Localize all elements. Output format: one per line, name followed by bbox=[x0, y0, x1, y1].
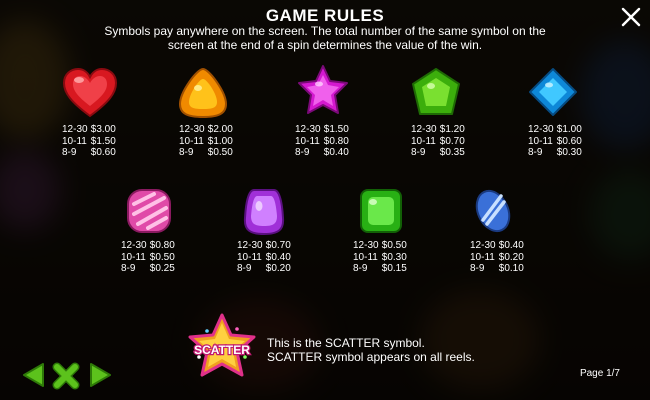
close-rules-button[interactable] bbox=[52, 362, 80, 395]
paytable-green-square: 12-30 $0.50 10-11 $0.30 8-9 $0.15 bbox=[353, 240, 407, 274]
pink-striped-candy-icon bbox=[124, 186, 174, 236]
green-square-candy-icon bbox=[357, 186, 405, 236]
page-indicator: Page 1/7 bbox=[579, 368, 620, 379]
scatter-line-1: This is the SCATTER symbol. bbox=[267, 336, 425, 350]
scatter-line-2: SCATTER symbol appears on all reels. bbox=[267, 349, 475, 364]
paytable-blue-oval: 12-30 $0.40 10-11 $0.20 8-9 $0.10 bbox=[470, 240, 524, 274]
scatter-badge-text: SCATTER bbox=[194, 343, 250, 357]
next-page-button[interactable] bbox=[88, 361, 114, 394]
violet-drop-candy-icon bbox=[242, 186, 286, 238]
dialog-title: GAME RULES bbox=[265, 6, 385, 25]
green-pentagon-candy-icon bbox=[410, 66, 462, 118]
red-heart-candy-icon bbox=[61, 66, 119, 120]
paytable-green-pentagon: 12-30 $1.20 10-11 $0.70 8-9 $0.35 bbox=[411, 124, 465, 158]
paytable-red-heart: 12-30 $3.00 10-11 $1.50 8-9 $0.60 bbox=[62, 124, 116, 158]
paytable-violet-drop: 12-30 $0.70 10-11 $0.40 8-9 $0.20 bbox=[237, 240, 291, 274]
blue-oval-candy-icon bbox=[473, 186, 513, 236]
scatter-star-icon: SCATTER bbox=[187, 313, 257, 379]
close-icon[interactable] bbox=[620, 6, 642, 28]
previous-page-button[interactable] bbox=[20, 361, 46, 394]
rules-description: Symbols pay anywhere on the screen. The … bbox=[60, 24, 590, 52]
description-line-2: screen at the end of a spin determines t… bbox=[167, 38, 483, 52]
paytable-pink-striped: 12-30 $0.80 10-11 $0.50 8-9 $0.25 bbox=[121, 240, 175, 274]
purple-star-candy-icon bbox=[295, 63, 351, 119]
paytable-blue-square: 12-30 $1.00 10-11 $0.60 8-9 $0.30 bbox=[528, 124, 582, 158]
paytable-purple-star: 12-30 $1.50 10-11 $0.80 8-9 $0.40 bbox=[295, 124, 349, 158]
blue-square-candy-icon bbox=[527, 66, 579, 118]
orange-triangle-candy-icon bbox=[178, 66, 228, 120]
paytable-orange-triangle: 12-30 $2.00 10-11 $1.00 8-9 $0.50 bbox=[179, 124, 233, 158]
description-line-1: Symbols pay anywhere on the screen. The … bbox=[104, 24, 546, 38]
scatter-description: This is the SCATTER symbol. SCATTER symb… bbox=[267, 336, 475, 364]
